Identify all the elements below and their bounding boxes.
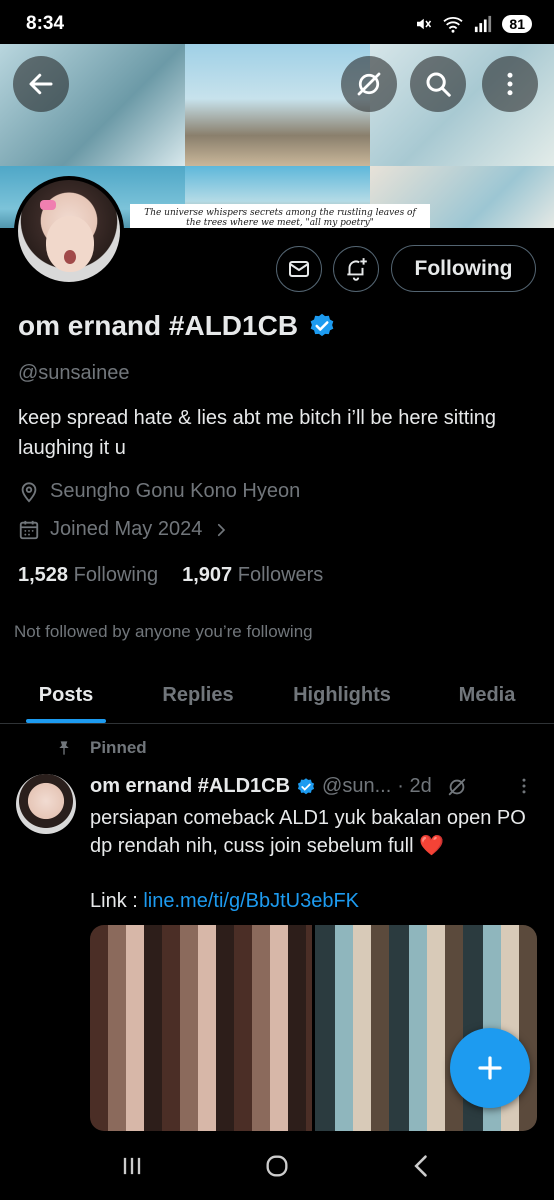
search-button[interactable]	[410, 56, 466, 112]
verified-badge-icon	[297, 777, 315, 794]
search-icon	[426, 72, 451, 97]
banner-caption: The universe whispers secrets among the …	[130, 204, 430, 228]
recent-apps-icon[interactable]	[118, 1152, 146, 1180]
pinned-indicator: Pinned	[56, 738, 147, 758]
followers-count: 1,907	[182, 564, 233, 586]
profile-joined[interactable]: Joined May 2024	[18, 518, 230, 541]
calendar-icon	[19, 520, 39, 539]
post-author-name[interactable]: om ernand #ALD1CB	[90, 775, 290, 798]
chevron-right-icon	[218, 523, 226, 536]
post-more-button[interactable]	[514, 774, 534, 803]
profile-bio: keep spread hate & lies abt me bitch i’l…	[18, 407, 497, 459]
more-vertical-icon	[522, 778, 526, 794]
followers-stat[interactable]: 1,907 Followers	[182, 564, 323, 587]
profile-name: om ernand #ALD1CB	[18, 310, 299, 341]
following-label: Following	[73, 564, 159, 586]
compose-button[interactable]	[450, 1028, 530, 1108]
post-link-prefix: Link :	[90, 890, 144, 912]
pin-icon	[59, 741, 69, 755]
post-author-avatar[interactable]	[16, 774, 76, 834]
home-icon[interactable]	[263, 1152, 291, 1180]
bell-plus-icon	[347, 258, 367, 281]
tab-replies[interactable]: Replies	[132, 668, 264, 723]
notify-button[interactable]	[333, 246, 379, 292]
more-button[interactable]	[482, 56, 538, 112]
system-nav-bar	[0, 1132, 554, 1200]
media-image[interactable]	[90, 925, 312, 1131]
tab-highlights[interactable]: Highlights	[264, 668, 420, 723]
grok-icon[interactable]	[446, 776, 468, 798]
battery-indicator: 81	[502, 15, 532, 33]
profile-location: Seungho Gonu Kono Hyeon	[18, 480, 300, 503]
verified-badge-icon[interactable]	[308, 312, 336, 340]
status-icons: 81	[414, 15, 532, 33]
avatar-bow	[40, 200, 56, 210]
post-link-row: Link : line.me/ti/g/BbJtU3ebFK	[90, 890, 359, 913]
not-followed-note: Not followed by anyone you’re following	[14, 622, 313, 641]
signal-icon	[475, 15, 492, 33]
profile-handle: @sunsainee	[18, 362, 130, 384]
post-text: persiapan comeback ALD1 yuk bakalan open…	[90, 807, 526, 857]
profile-tabs: Posts Replies Highlights Media	[0, 668, 554, 724]
profile-name-row: om ernand #ALD1CB	[18, 310, 336, 342]
status-bar: 8:34 81	[0, 0, 554, 48]
more-vertical-icon	[507, 72, 513, 96]
location-pin-icon	[21, 481, 37, 503]
mute-icon	[417, 18, 432, 30]
tab-posts[interactable]: Posts	[0, 668, 132, 723]
plus-icon	[478, 1056, 502, 1080]
following-button[interactable]: Following	[391, 245, 536, 292]
profile-stats: 1,528 Following 1,907 Followers	[18, 564, 323, 587]
post-date[interactable]: · 2d	[397, 775, 431, 798]
following-stat[interactable]: 1,528 Following	[18, 564, 158, 587]
tab-media[interactable]: Media	[420, 668, 554, 723]
followers-label: Followers	[237, 564, 324, 586]
post-link[interactable]: line.me/ti/g/BbJtU3ebFK	[143, 890, 359, 912]
pinned-label: Pinned	[90, 738, 147, 757]
message-button[interactable]	[276, 246, 322, 292]
avatar-mouth	[64, 250, 76, 264]
post-author-handle[interactable]: @sun...	[322, 775, 391, 798]
grok-button[interactable]	[341, 56, 397, 112]
joined-text: Joined May 2024	[50, 518, 203, 540]
wifi-icon	[443, 17, 464, 33]
post-header: om ernand #ALD1CB @sun... · 2d	[90, 775, 535, 798]
following-count: 1,528	[18, 564, 69, 586]
back-button[interactable]	[13, 56, 69, 112]
location-text: Seungho Gonu Kono Hyeon	[50, 480, 301, 502]
status-time: 8:34	[26, 13, 65, 34]
banner-photo	[185, 44, 370, 166]
mail-icon	[289, 261, 309, 277]
arrow-left-icon	[29, 73, 53, 95]
profile-avatar[interactable]	[14, 176, 124, 286]
back-nav-icon[interactable]	[408, 1152, 436, 1180]
grok-icon	[357, 72, 381, 96]
